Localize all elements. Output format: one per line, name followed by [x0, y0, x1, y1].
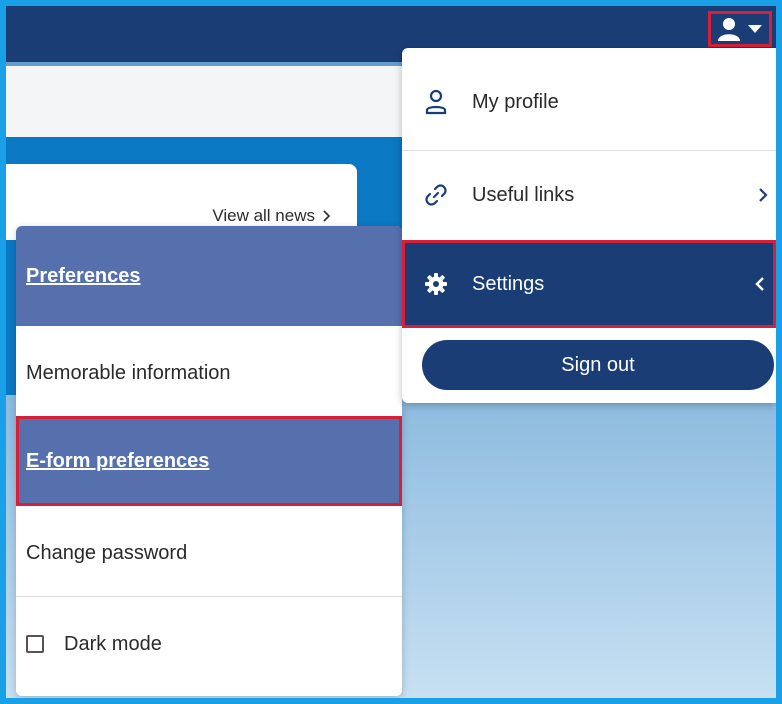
chevron-right-icon — [759, 188, 768, 202]
chevron-left-icon — [755, 277, 764, 291]
link-icon — [422, 181, 450, 209]
chevron-right-icon — [323, 210, 331, 222]
menu-item-settings[interactable]: Settings — [402, 240, 776, 328]
caret-down-icon — [748, 25, 762, 33]
menu-item-change-password[interactable]: Change password — [16, 510, 402, 596]
dark-mode-label: Dark mode — [64, 632, 162, 655]
dark-mode-toggle[interactable]: Dark mode — [16, 597, 402, 691]
view-all-news-link[interactable]: View all news — [212, 206, 331, 226]
menu-item-eform-preferences[interactable]: E-form preferences — [16, 416, 402, 506]
user-icon — [718, 18, 740, 41]
app-frame: View all news Preferences Memorable info… — [6, 6, 776, 698]
menu-item-useful-links[interactable]: Useful links — [402, 151, 776, 239]
settings-submenu: Preferences Memorable information E-form… — [16, 226, 402, 696]
gear-icon — [422, 270, 450, 298]
menu-item-my-profile[interactable]: My profile — [402, 56, 776, 148]
menu-item-label: My profile — [472, 90, 559, 113]
menu-item-label: Memorable information — [26, 361, 231, 384]
menu-item-label: E-form preferences — [26, 449, 210, 472]
menu-item-preferences[interactable]: Preferences — [16, 226, 402, 326]
user-menu-button[interactable] — [708, 11, 772, 47]
person-icon — [422, 88, 450, 116]
menu-item-label: Settings — [472, 272, 545, 295]
menu-item-label: Preferences — [26, 264, 141, 287]
menu-item-label: Change password — [26, 541, 188, 564]
sign-out-button[interactable]: Sign out — [422, 340, 774, 390]
menu-item-label: Useful links — [472, 183, 575, 206]
dark-mode-checkbox[interactable] — [26, 635, 44, 653]
menu-item-memorable-information[interactable]: Memorable information — [16, 326, 402, 420]
view-all-news-label: View all news — [212, 206, 315, 225]
user-dropdown-menu: My profile Useful links Settings Sign ou… — [402, 48, 776, 403]
